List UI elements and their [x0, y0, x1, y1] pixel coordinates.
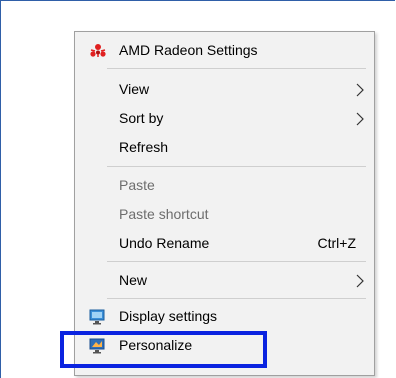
chevron-right-icon [356, 112, 364, 126]
chevron-right-icon [356, 83, 364, 97]
menu-item-label: Paste shortcut [119, 206, 209, 222]
amd-radeon-icon [90, 44, 106, 57]
menu-separator [107, 298, 366, 299]
menu-item-label: Display settings [119, 308, 218, 324]
menu-item-undo-rename[interactable]: Undo Rename Ctrl+Z [75, 230, 374, 257]
chevron-right-icon [356, 274, 364, 288]
menu-item-new[interactable]: New [75, 267, 374, 294]
menu-item-label: Sort by [119, 110, 164, 126]
menu-item-label: AMD Radeon Settings [119, 42, 258, 58]
menu-separator [107, 68, 366, 69]
menu-item-label: Undo Rename [119, 235, 210, 251]
menu-item-paste-shortcut: Paste shortcut [75, 201, 374, 228]
shortcut-label: Ctrl+Z [317, 235, 357, 251]
menu-item-paste: Paste [75, 172, 374, 199]
highlight-box [60, 331, 267, 368]
menu-item-label: View [119, 81, 150, 97]
menu-item-label: Paste [119, 177, 155, 193]
menu-separator [107, 261, 366, 262]
menu-item-view[interactable]: View [75, 76, 374, 103]
display-settings-icon [89, 309, 105, 325]
menu-separator [107, 166, 366, 167]
menu-item-amd-radeon-settings[interactable]: AMD Radeon Settings [75, 37, 374, 64]
menu-item-label: Refresh [119, 139, 169, 155]
menu-item-display-settings[interactable]: Display settings [75, 303, 374, 330]
menu-item-label: New [119, 272, 148, 288]
desktop-context-menu: AMD Radeon Settings View Sort by Refresh… [74, 31, 375, 376]
menu-item-refresh[interactable]: Refresh [75, 134, 374, 161]
menu-item-sort-by[interactable]: Sort by [75, 105, 374, 132]
